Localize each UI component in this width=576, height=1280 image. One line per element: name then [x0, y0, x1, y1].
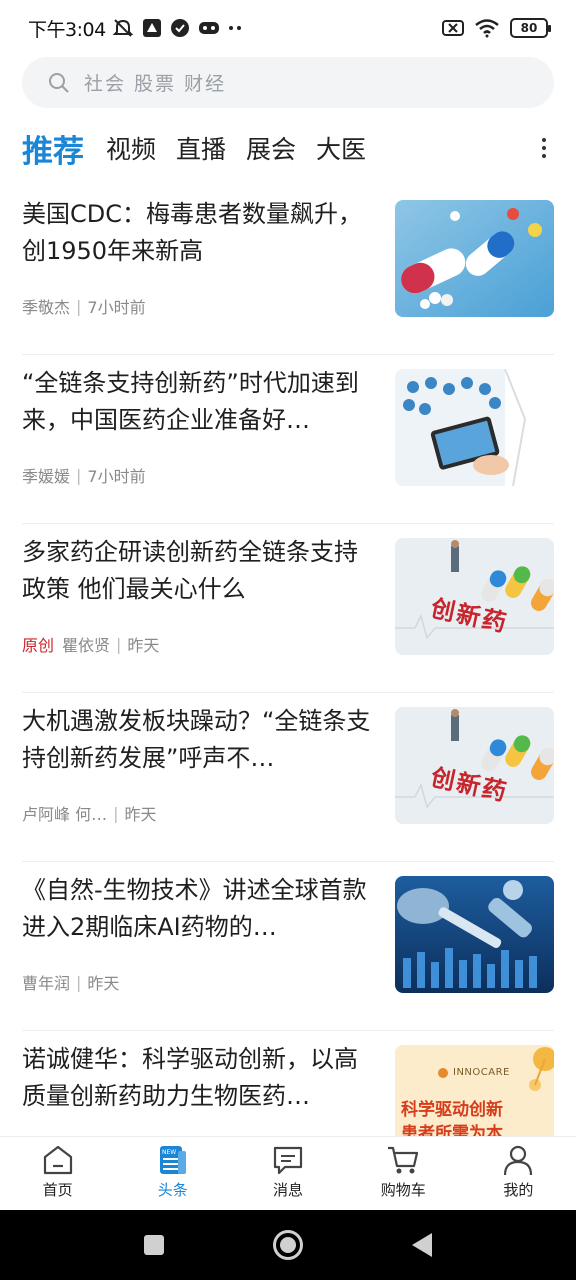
news-item[interactable]: 美国CDC：梅毒患者数量飙升，创1950年来新高 季敬杰 | 7小时前: [22, 186, 554, 355]
nav-label: 首页: [42, 1181, 73, 1199]
news-thumbnail: [395, 876, 554, 993]
nav-label: 购物车: [380, 1181, 426, 1199]
check-badge-icon: [170, 19, 189, 37]
news-author: 曹年润: [22, 974, 71, 993]
category-tabs: 推荐 视频 直播 展会 大医: [22, 122, 554, 174]
news-author: 季媛媛: [22, 467, 71, 486]
banner-slogan-1: 科学驱动创新: [401, 1100, 503, 1120]
nav-label: 头条: [157, 1181, 188, 1199]
news-time: 昨天: [127, 636, 160, 655]
nav-cart[interactable]: 购物车: [346, 1137, 461, 1210]
recent-apps-icon[interactable]: [144, 1235, 165, 1255]
news-feed: 美国CDC：梅毒患者数量飙升，创1950年来新高 季敬杰 | 7小时前 “全链条…: [0, 186, 576, 1136]
news-title: 美国CDC：梅毒患者数量飙升，创1950年来新高: [22, 200, 362, 265]
news-author: 季敬杰: [22, 298, 71, 317]
tab-live[interactable]: 直播: [176, 130, 226, 166]
system-navigation-bar: [0, 1210, 576, 1280]
original-tag: 原创: [22, 636, 55, 655]
svg-text:NEW: NEW: [162, 1149, 176, 1156]
news-item[interactable]: 多家药企研读创新药全链条支持政策 他们最关心什么 原创 瞿依贤 | 昨天 创新药: [22, 524, 554, 693]
battery-indicator: 80: [510, 18, 551, 38]
status-bar: 下午3:04 80: [0, 0, 576, 56]
bottom-nav: 首页 NEW 头条 消息 购物车 我的: [0, 1136, 576, 1210]
nav-messages[interactable]: 消息: [230, 1137, 345, 1210]
nav-label: 消息: [273, 1181, 304, 1199]
tabs-more-icon[interactable]: [534, 138, 554, 158]
message-icon: [273, 1146, 303, 1175]
app-notification-icon: [142, 19, 161, 37]
wifi-icon: [475, 19, 499, 38]
tab-doctor[interactable]: 大医: [316, 130, 366, 166]
news-thumbnail: INNOCARE 科学驱动创新 患者所需为本: [395, 1045, 554, 1136]
profile-icon: [504, 1145, 533, 1176]
news-title: 诺诚健华：科学驱动创新，以高质量创新药助力生物医药…: [22, 1045, 358, 1110]
doctor-tablet-photo-icon: [395, 369, 554, 486]
news-meta: 卢阿峰 何… | 昨天: [22, 801, 157, 825]
news-time: 7小时前: [87, 298, 146, 317]
nav-profile[interactable]: 我的: [461, 1137, 576, 1210]
news-thumbnail: 创新药: [395, 707, 554, 824]
gamepad-icon: [198, 22, 219, 34]
home-icon: [43, 1145, 72, 1175]
search-placeholder: 社会 股票 财经: [84, 73, 227, 95]
home-button-icon[interactable]: [272, 1230, 303, 1260]
lab-pipette-photo-icon: [395, 876, 554, 993]
brand-name: INNOCARE: [453, 1067, 510, 1078]
nav-label: 我的: [503, 1181, 534, 1199]
news-item[interactable]: 《自然-生物技术》讲述全球首款进入2期临床AI药物的… 曹年润 | 昨天: [22, 862, 554, 1031]
news-title: 《自然-生物技术》讲述全球首款进入2期临床AI药物的…: [22, 876, 367, 941]
news-time: 昨天: [124, 805, 157, 824]
news-meta: 季媛媛 | 7小时前: [22, 463, 146, 487]
mute-bell-icon: [112, 19, 134, 37]
search-bar[interactable]: 社会 股票 财经: [22, 57, 554, 108]
back-icon[interactable]: [411, 1233, 432, 1257]
banner-slogan-2: 患者所需为本: [401, 1124, 503, 1136]
battery-level: 80: [520, 21, 538, 35]
more-dots-icon: [228, 26, 241, 30]
news-thumbnail: [395, 200, 554, 317]
news-title: “全链条支持创新药”时代加速到来，中国医药企业准备好…: [22, 369, 359, 434]
cart-icon: [388, 1146, 419, 1174]
news-item[interactable]: 诺诚健华：科学驱动创新，以高质量创新药助力生物医药… INNOCARE 科学驱动…: [22, 1031, 554, 1136]
news-meta: 原创 瞿依贤 | 昨天: [22, 632, 159, 656]
status-time: 下午3:04: [28, 18, 106, 41]
tab-video[interactable]: 视频: [106, 130, 156, 166]
pills-photo-icon: [395, 200, 554, 317]
news-time: 昨天: [87, 974, 120, 993]
nav-home[interactable]: 首页: [0, 1137, 115, 1210]
nav-headlines[interactable]: NEW 头条: [115, 1137, 230, 1210]
no-sim-icon: [442, 20, 464, 36]
tab-exhibition[interactable]: 展会: [246, 130, 296, 166]
tab-recommend[interactable]: 推荐: [22, 126, 84, 171]
news-author: 卢阿峰 何…: [22, 805, 108, 824]
news-author: 瞿依贤: [62, 636, 111, 655]
news-thumbnail: [395, 369, 554, 486]
news-title: 大机遇激发板块躁动？“全链条支持创新药发展”呼声不…: [22, 707, 371, 772]
news-icon: NEW: [159, 1146, 186, 1174]
news-item[interactable]: 大机遇激发板块躁动？“全链条支持创新药发展”呼声不… 卢阿峰 何… | 昨天 创…: [22, 693, 554, 862]
search-icon: [49, 72, 69, 93]
news-meta: 季敬杰 | 7小时前: [22, 294, 146, 318]
news-meta: 曹年润 | 昨天: [22, 970, 119, 994]
news-item[interactable]: “全链条支持创新药”时代加速到来，中国医药企业准备好… 季媛媛 | 7小时前: [22, 355, 554, 524]
news-title: 多家药企研读创新药全链条支持政策 他们最关心什么: [22, 538, 358, 603]
news-thumbnail: 创新药: [395, 538, 554, 655]
news-time: 7小时前: [87, 467, 146, 486]
